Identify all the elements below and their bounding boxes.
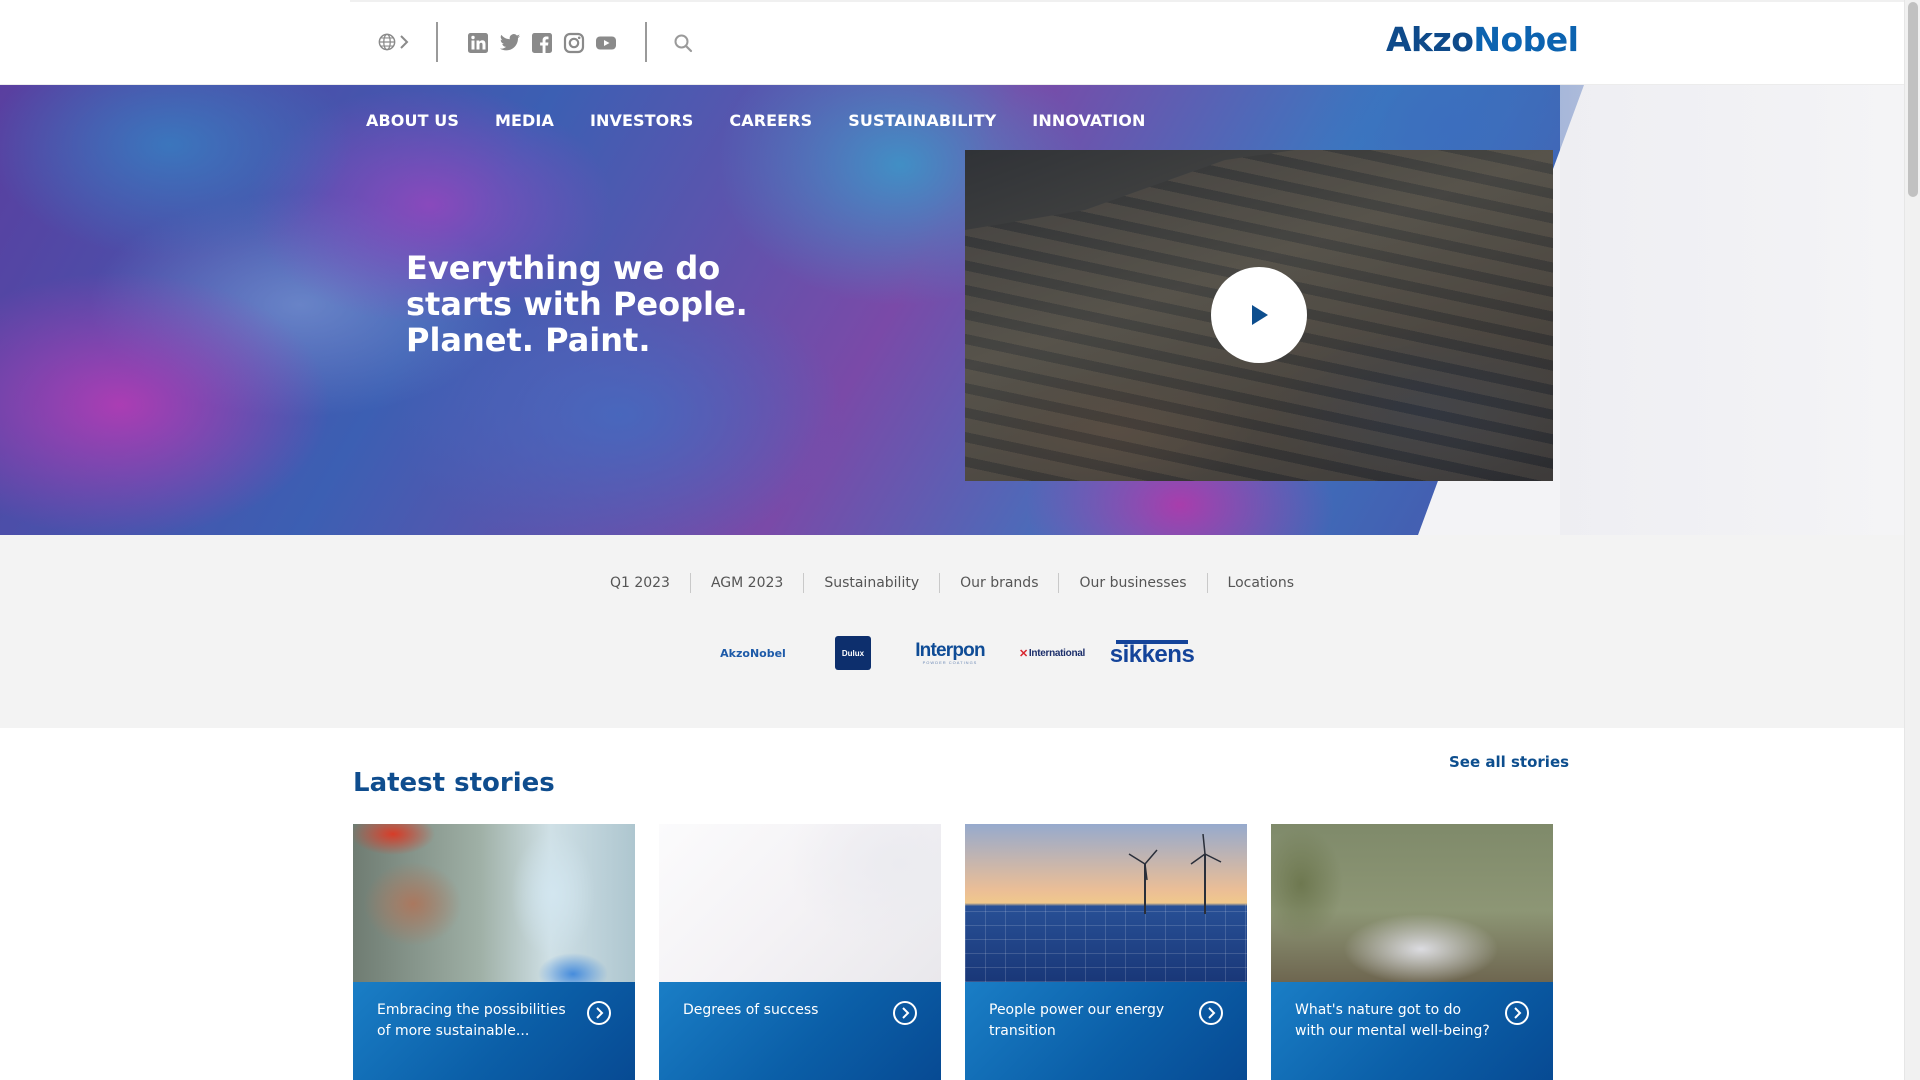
arrow-right-icon [1199, 1001, 1223, 1025]
interpon-tagline: POWDER COATINGS [922, 660, 978, 665]
top-bar: AkzoNobel [0, 0, 1904, 85]
akzonobel-logo[interactable]: AkzoNobel [1386, 20, 1579, 59]
hero-title: Everything we do starts with People. Pla… [406, 249, 748, 359]
international-wordmark: International [1028, 647, 1086, 659]
interpon-wordmark: Interpon [915, 640, 985, 661]
sikkens-wordmark: sikkens [1109, 641, 1195, 668]
quick-link-our-businesses[interactable]: Our businesses [1058, 573, 1206, 593]
facebook-icon[interactable] [531, 32, 553, 54]
arrow-right-icon [587, 1001, 611, 1025]
story-image [659, 824, 941, 982]
page: AkzoNobel ABOUT US MEDIA INVESTORS CAREE… [0, 0, 1920, 1080]
nav-item-investors[interactable]: INVESTORS [590, 111, 693, 130]
hero-fade [1560, 85, 1904, 535]
quick-links: Q1 2023 AGM 2023 Sustainability Our bran… [0, 573, 1904, 593]
nav-item-innovation[interactable]: INNOVATION [1032, 111, 1145, 130]
arrow-right-icon [893, 1001, 917, 1025]
brand-sikkens-logo[interactable]: sikkens [1110, 631, 1195, 675]
dulux-badge: Dulux [835, 636, 871, 670]
story-image [1271, 824, 1553, 982]
quick-link-agm-2023[interactable]: AGM 2023 [689, 573, 803, 593]
story-card-body: People power our energy transition [965, 982, 1247, 1080]
quick-links-section: Q1 2023 AGM 2023 Sustainability Our bran… [0, 535, 1904, 728]
scrollbar-thumb[interactable] [1908, 2, 1918, 197]
linkedin-icon[interactable] [467, 32, 489, 54]
page-scrollbar[interactable] [1904, 0, 1920, 1080]
divider [436, 22, 438, 62]
language-selector[interactable] [378, 31, 414, 53]
story-caption: Embracing the possibilities of more sust… [377, 1002, 566, 1039]
logo-akzo: Akzo [1386, 20, 1474, 59]
instagram-icon[interactable] [563, 32, 585, 54]
story-card[interactable]: What's nature got to do with our mental … [1271, 824, 1553, 1080]
latest-stories-title: Latest stories [353, 768, 555, 798]
quick-link-sustainability[interactable]: Sustainability [803, 573, 939, 593]
nav-item-about-us[interactable]: ABOUT US [366, 111, 459, 130]
story-card[interactable]: Embracing the possibilities of more sust… [353, 824, 635, 1080]
story-card-body: Degrees of success [659, 982, 941, 1080]
brand-dulux-logo[interactable]: Dulux [835, 631, 871, 675]
brand-international-logo[interactable]: ✕ International [1015, 631, 1089, 675]
divider [645, 22, 647, 62]
logo-nobel: Nobel [1473, 20, 1579, 59]
nav-item-media[interactable]: MEDIA [495, 111, 554, 130]
twitter-icon[interactable] [499, 32, 521, 54]
nav-item-sustainability[interactable]: SUSTAINABILITY [848, 111, 996, 130]
brand-akzonobel-logo[interactable]: AkzoNobel [700, 631, 806, 675]
quick-link-our-brands[interactable]: Our brands [939, 573, 1058, 593]
solar-panel-grid [965, 904, 1247, 982]
play-button[interactable] [1211, 267, 1307, 363]
youtube-icon[interactable] [595, 32, 617, 54]
story-image [965, 824, 1247, 982]
story-card-body: What's nature got to do with our mental … [1271, 982, 1553, 1080]
nav-item-careers[interactable]: CAREERS [729, 111, 812, 130]
quick-link-locations[interactable]: Locations [1206, 573, 1315, 593]
brand-logos: AkzoNobel Dulux Interpon POWDER COATINGS… [700, 631, 1200, 675]
search-icon[interactable] [672, 32, 694, 54]
play-icon [1252, 305, 1268, 325]
story-card[interactable]: Degrees of success [659, 824, 941, 1080]
story-caption: People power our energy transition [989, 1002, 1165, 1039]
arrow-right-icon [1505, 1001, 1529, 1025]
hero-banner: ABOUT US MEDIA INVESTORS CAREERS SUSTAIN… [0, 85, 1904, 535]
story-image [353, 824, 635, 982]
story-caption: What's nature got to do with our mental … [1295, 1002, 1490, 1039]
main-navigation: ABOUT US MEDIA INVESTORS CAREERS SUSTAIN… [366, 111, 1182, 130]
hero-video[interactable] [965, 150, 1553, 481]
brand-interpon-logo[interactable]: Interpon POWDER COATINGS [915, 631, 985, 675]
story-caption: Degrees of success [683, 1002, 819, 1018]
top-bar-edge [350, 0, 1904, 2]
quick-link-q1-2023[interactable]: Q1 2023 [590, 573, 690, 593]
wind-turbine-icon [1128, 834, 1222, 914]
see-all-stories-link[interactable]: See all stories [1449, 753, 1569, 771]
international-x-icon: ✕ [1018, 647, 1028, 660]
story-card-body: Embracing the possibilities of more sust… [353, 982, 635, 1080]
story-card[interactable]: People power our energy transition [965, 824, 1247, 1080]
chevron-right-icon [400, 35, 409, 49]
globe-icon [378, 33, 396, 51]
